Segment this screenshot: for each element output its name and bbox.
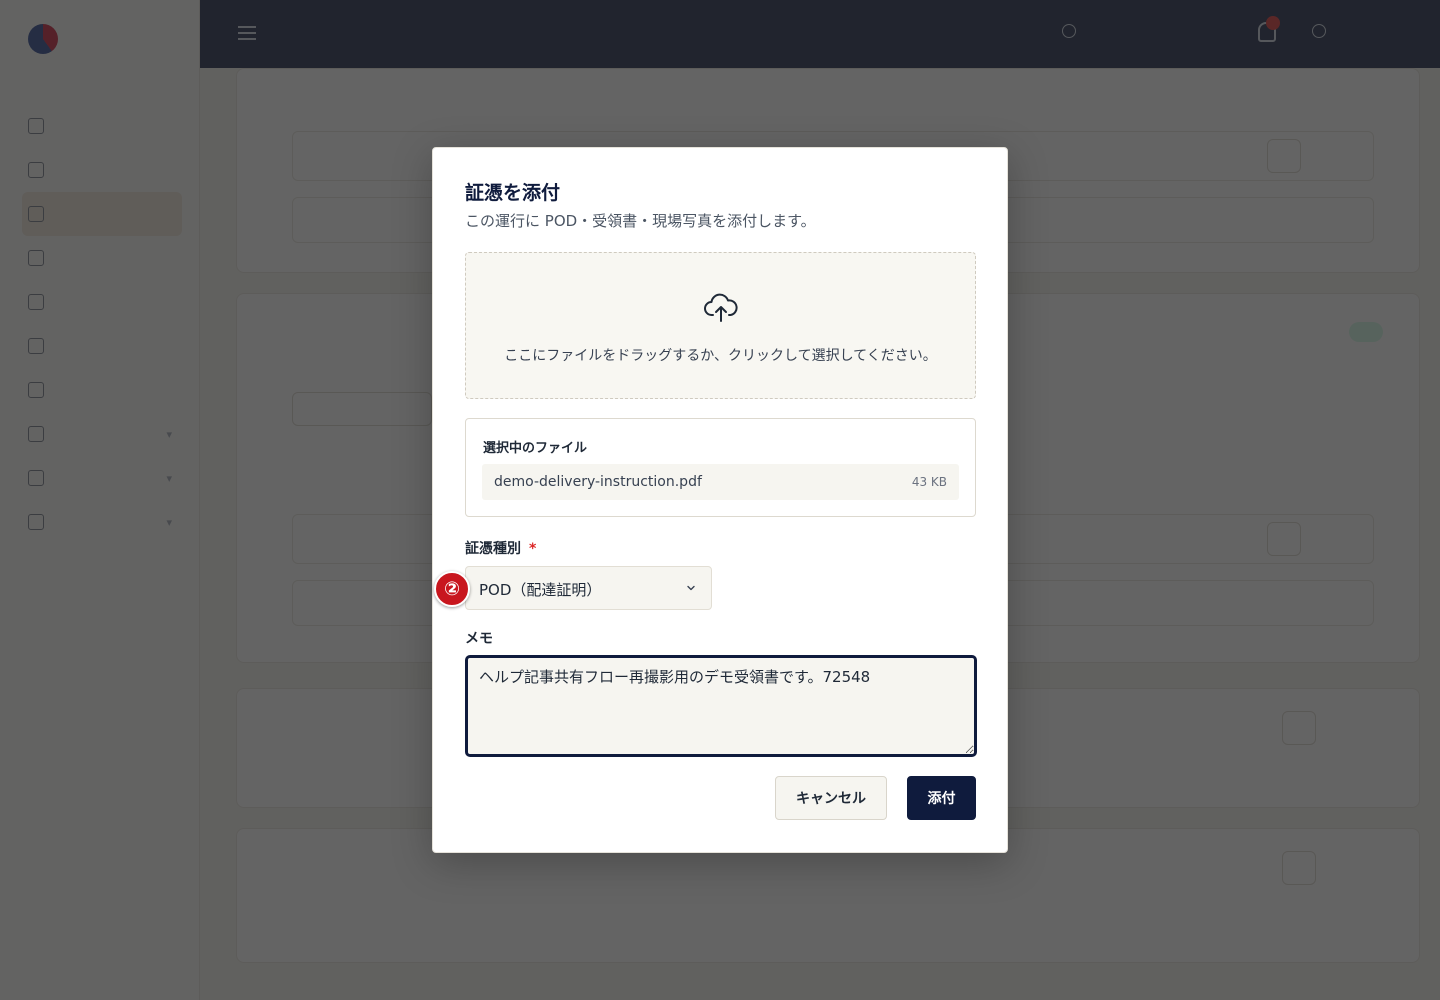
- file-size: 43 KB: [911, 475, 947, 489]
- evidence-type-select[interactable]: POD（配達証明）: [465, 566, 712, 610]
- attach-button[interactable]: 添付: [907, 776, 976, 820]
- attach-evidence-dialog: 証憑を添付 この運行に POD・受領書・現場写真を添付します。 ここにファイルを…: [432, 147, 1008, 853]
- upload-cloud-icon: [704, 293, 738, 322]
- chevron-down-icon: [687, 585, 695, 591]
- memo-textarea[interactable]: ヘルプ記事共有フロー再撮影用のデモ受領書です。72548: [465, 655, 977, 757]
- evidence-type-label-text: 証憑種別: [465, 541, 521, 557]
- memo-label: メモ: [465, 631, 493, 647]
- step-number-badge: ②: [434, 571, 470, 607]
- evidence-type-value: POD（配達証明）: [479, 581, 602, 599]
- selected-file-panel: 選択中のファイル demo-delivery-instruction.pdf 4…: [465, 418, 976, 517]
- file-dropzone[interactable]: ここにファイルをドラッグするか、クリックして選択してください。: [465, 252, 976, 399]
- cancel-button[interactable]: キャンセル: [775, 776, 887, 820]
- evidence-type-label: 証憑種別 *: [465, 538, 536, 558]
- required-mark: *: [529, 541, 537, 557]
- selected-file-label: 選択中のファイル: [483, 441, 588, 456]
- selected-file-row: demo-delivery-instruction.pdf 43 KB: [482, 464, 959, 500]
- dialog-subtitle: この運行に POD・受領書・現場写真を添付します。: [465, 212, 816, 230]
- dropzone-instruction: ここにファイルをドラッグするか、クリックして選択してください。: [504, 348, 937, 364]
- file-name: demo-delivery-instruction.pdf: [494, 474, 702, 490]
- dialog-title: 証憑を添付: [465, 182, 561, 204]
